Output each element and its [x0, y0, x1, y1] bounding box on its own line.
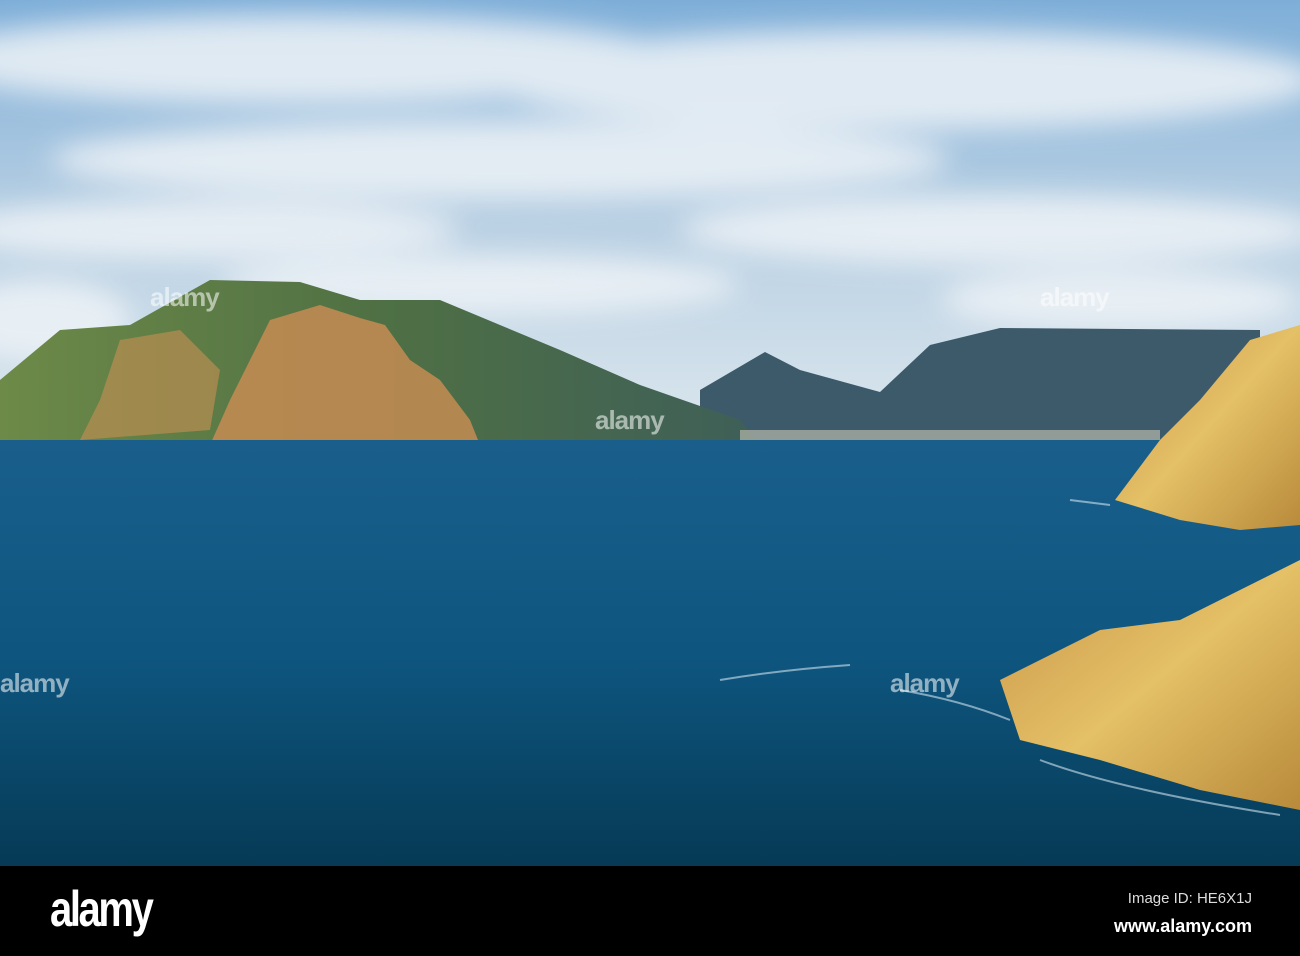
- watermark: alamy: [150, 282, 220, 312]
- watermark: alamy: [890, 668, 960, 698]
- watermark: alamy: [1040, 282, 1110, 312]
- footer-bar: alamy Image ID: HE6X1J www.alamy.com: [0, 866, 1300, 956]
- stock-photo-page: alamy alamy alamy alamy alamy alamy Imag…: [0, 0, 1300, 956]
- alamy-logo: alamy: [50, 881, 154, 937]
- site-url: www.alamy.com: [1113, 916, 1252, 936]
- watermark: alamy: [0, 668, 70, 698]
- image-id: Image ID: HE6X1J: [1127, 890, 1252, 907]
- watermark: alamy: [595, 405, 665, 435]
- town-shoreline: [740, 430, 1160, 440]
